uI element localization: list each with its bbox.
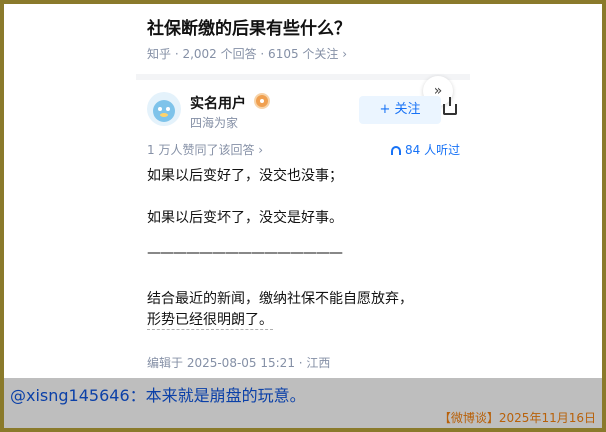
right-blank-panel: [470, 4, 602, 378]
avatar[interactable]: [147, 92, 181, 126]
follow-button[interactable]: + 关注: [359, 96, 441, 124]
answer-paragraph: 如果以后变好了，没交也没事；: [147, 168, 343, 184]
question-title[interactable]: 社保断缴的后果有些什么？: [147, 14, 351, 39]
answer-paragraph: 如果以后变坏了，没交是好事。: [147, 210, 343, 226]
footer-bar: 【微博谈】2025年11月16日: [4, 406, 602, 428]
author-name[interactable]: 实名用户: [190, 93, 246, 113]
answer-paragraph: 形势已经很明朗了。: [147, 309, 273, 330]
listen-count[interactable]: 84 人听过: [391, 141, 460, 158]
badge-icon: [254, 93, 270, 109]
answer-separator-line: ———————————————: [147, 245, 343, 261]
author-bio: 四海为家: [190, 116, 239, 130]
footer-source-date: 【微博谈】2025年11月16日: [438, 411, 596, 425]
listen-count-label: 84 人听过: [405, 143, 461, 157]
edit-timestamp: 编辑于 2025-08-05 15:21 · 江西: [147, 356, 331, 370]
headphone-icon: [391, 146, 401, 155]
left-blank-panel: [4, 4, 136, 378]
share-icon[interactable]: [443, 97, 457, 115]
zhihu-answer-card: 社保断缴的后果有些什么？ 知乎 · 2,002 个回答 · 6105 个关注 ›…: [136, 4, 470, 378]
upvote-count[interactable]: 1 万人赞同了该回答 ›: [147, 141, 263, 158]
answer-paragraph: 结合最近的新闻，缴纳社保不能自愿放弃，: [147, 291, 413, 307]
avatar-bird-icon: [153, 100, 175, 122]
caption-bar: @xisng145646：本来就是崩盘的玩意。: [4, 378, 602, 406]
section-divider: [136, 74, 470, 80]
caption-comment: @xisng145646：本来就是崩盘的玩意。: [10, 386, 306, 405]
question-meta[interactable]: 知乎 · 2,002 个回答 · 6105 个关注 ›: [147, 45, 347, 62]
